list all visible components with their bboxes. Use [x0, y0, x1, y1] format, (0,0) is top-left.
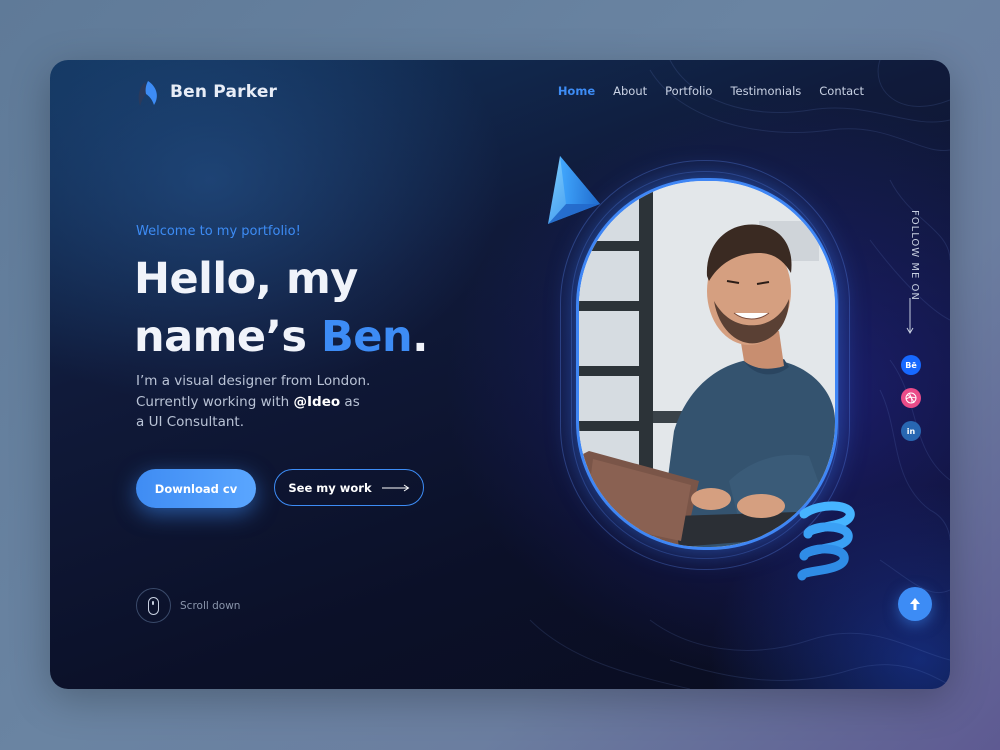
see-my-work-label: See my work: [288, 480, 372, 495]
logo-icon[interactable]: [136, 80, 160, 108]
bio-line2-suffix: as: [340, 393, 360, 410]
hero-heading-line2: name’s Ben.: [134, 308, 428, 366]
hero-heading-name: Ben: [321, 312, 413, 362]
linkedin-label: in: [906, 426, 916, 436]
hero-heading-period: .: [412, 312, 428, 362]
nav-item-testimonials[interactable]: Testimonials: [730, 84, 801, 98]
nav-item-about[interactable]: About: [613, 84, 647, 98]
spring-decoration: [797, 501, 855, 581]
behance-label: Bē: [905, 360, 917, 370]
bio-line1: I’m a visual designer from London.: [136, 373, 371, 389]
bio-company-link[interactable]: @Ideo: [294, 394, 341, 410]
arrow-down-icon: [906, 298, 914, 334]
hero-heading-prefix: name’s: [134, 312, 321, 362]
hero-heading: Hello, my name’s Ben.: [134, 250, 428, 366]
scroll-down-label: Scroll down: [180, 600, 241, 612]
see-my-work-button[interactable]: See my work: [274, 469, 424, 506]
mouse-icon: [148, 596, 159, 615]
nav-item-portfolio[interactable]: Portfolio: [665, 84, 712, 98]
linkedin-icon[interactable]: in: [901, 421, 921, 441]
bio-line2: Currently working with @Ideo as: [136, 392, 396, 413]
follow-label: FOLLOW ME ON: [909, 210, 920, 301]
bio-text: I’m a visual designer from London. Curre…: [136, 371, 396, 433]
arrow-right-icon: [381, 484, 410, 491]
arrow-up-icon: [910, 598, 920, 610]
scroll-to-top-button[interactable]: [898, 587, 932, 621]
bio-line2-prefix: Currently working with: [136, 393, 294, 410]
hero-card: Ben Parker Home About Portfolio Testimon…: [50, 60, 950, 689]
portrait-photo: [576, 178, 838, 550]
dribbble-icon[interactable]: [901, 388, 921, 408]
scroll-down-button[interactable]: [136, 588, 171, 623]
nav-item-contact[interactable]: Contact: [819, 84, 864, 98]
cone-decoration: [548, 156, 600, 224]
main-nav: Home About Portfolio Testimonials Contac…: [558, 84, 864, 98]
dribbble-glyph: [905, 392, 917, 404]
bio-line3: a UI Consultant.: [136, 414, 245, 430]
download-cv-button[interactable]: Download cv: [136, 469, 256, 508]
hero-heading-line1: Hello, my: [134, 254, 358, 304]
brand-name[interactable]: Ben Parker: [170, 82, 277, 102]
nav-item-home[interactable]: Home: [558, 84, 595, 98]
behance-icon[interactable]: Bē: [901, 355, 921, 375]
welcome-text: Welcome to my portfolio!: [136, 224, 301, 239]
